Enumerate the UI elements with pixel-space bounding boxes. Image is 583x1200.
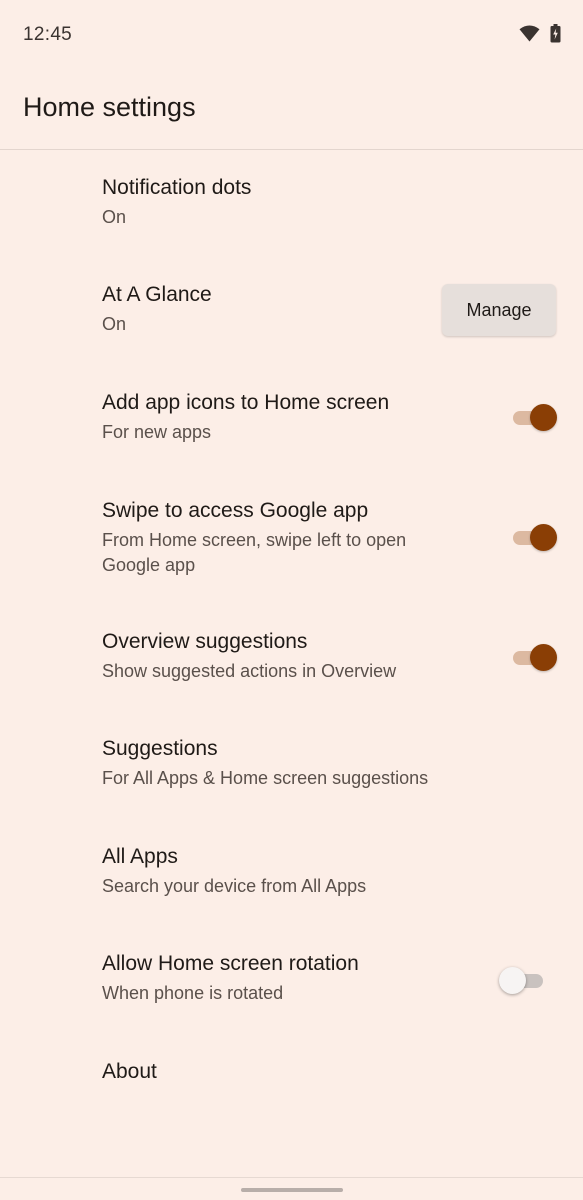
setting-text: Add app icons to Home screen For new app… [102, 389, 463, 445]
setting-summary: On [102, 314, 127, 334]
setting-title: Overview suggestions [102, 630, 308, 653]
gesture-nav-handle[interactable] [241, 1188, 343, 1192]
switch-thumb [530, 524, 557, 551]
overview-suggestions-switch[interactable] [509, 642, 557, 672]
setting-title: Suggestions [102, 737, 218, 760]
setting-overview-suggestions[interactable]: Overview suggestions Show suggested acti… [0, 606, 583, 713]
manage-button[interactable]: Manage [442, 284, 556, 336]
setting-summary: From Home screen, swipe left to open Goo… [102, 530, 407, 575]
status-time: 12:45 [23, 24, 73, 45]
setting-text: Swipe to access Google app From Home scr… [102, 497, 463, 578]
setting-text: Overview suggestions Show suggested acti… [102, 628, 543, 684]
setting-text: All Apps Search your device from All App… [102, 843, 563, 899]
setting-title: At A Glance [102, 283, 212, 306]
status-icons [519, 24, 561, 48]
setting-text: At A Glance On [102, 281, 463, 337]
setting-summary: For new apps [102, 422, 212, 442]
setting-title: Notification dots [102, 176, 252, 199]
setting-all-apps[interactable]: All Apps Search your device from All App… [0, 821, 583, 928]
setting-text: Notification dots On [102, 174, 463, 230]
battery-icon [550, 24, 561, 48]
setting-summary: On [102, 207, 127, 227]
setting-summary: When phone is rotated [102, 983, 284, 1003]
setting-home-rotation[interactable]: Allow Home screen rotation When phone is… [0, 928, 583, 1036]
page-title: Home settings [23, 92, 196, 122]
switch-thumb [499, 967, 526, 994]
setting-text: About [102, 1058, 463, 1086]
add-app-icons-switch[interactable] [509, 402, 557, 432]
setting-summary: For All Apps & Home screen suggestions [102, 768, 429, 788]
setting-title: Add app icons to Home screen [102, 391, 390, 414]
setting-suggestions[interactable]: Suggestions For All Apps & Home screen s… [0, 713, 583, 821]
nav-divider [0, 1177, 583, 1178]
setting-swipe-google-app[interactable]: Swipe to access Google app From Home scr… [0, 473, 583, 606]
setting-summary: Show suggested actions in Overview [102, 661, 397, 681]
setting-title: Allow Home screen rotation [102, 952, 359, 975]
setting-at-a-glance[interactable]: At A Glance On Manage [0, 257, 583, 365]
setting-text: Suggestions For All Apps & Home screen s… [102, 735, 563, 791]
switch-thumb [530, 644, 557, 671]
setting-text: Allow Home screen rotation When phone is… [102, 950, 463, 1006]
home-rotation-switch[interactable] [499, 965, 547, 995]
setting-title: All Apps [102, 845, 178, 868]
swipe-google-app-switch[interactable] [509, 522, 557, 552]
switch-thumb [530, 404, 557, 431]
setting-about[interactable]: About [0, 1036, 583, 1111]
wifi-icon [519, 25, 540, 47]
setting-add-app-icons[interactable]: Add app icons to Home screen For new app… [0, 365, 583, 473]
setting-summary: Search your device from All Apps [102, 876, 367, 896]
setting-title: About [102, 1060, 157, 1083]
app-bar: Home settings [0, 70, 583, 150]
status-bar: 12:45 [0, 0, 583, 70]
setting-title: Swipe to access Google app [102, 499, 369, 522]
setting-notification-dots[interactable]: Notification dots On [0, 150, 583, 257]
